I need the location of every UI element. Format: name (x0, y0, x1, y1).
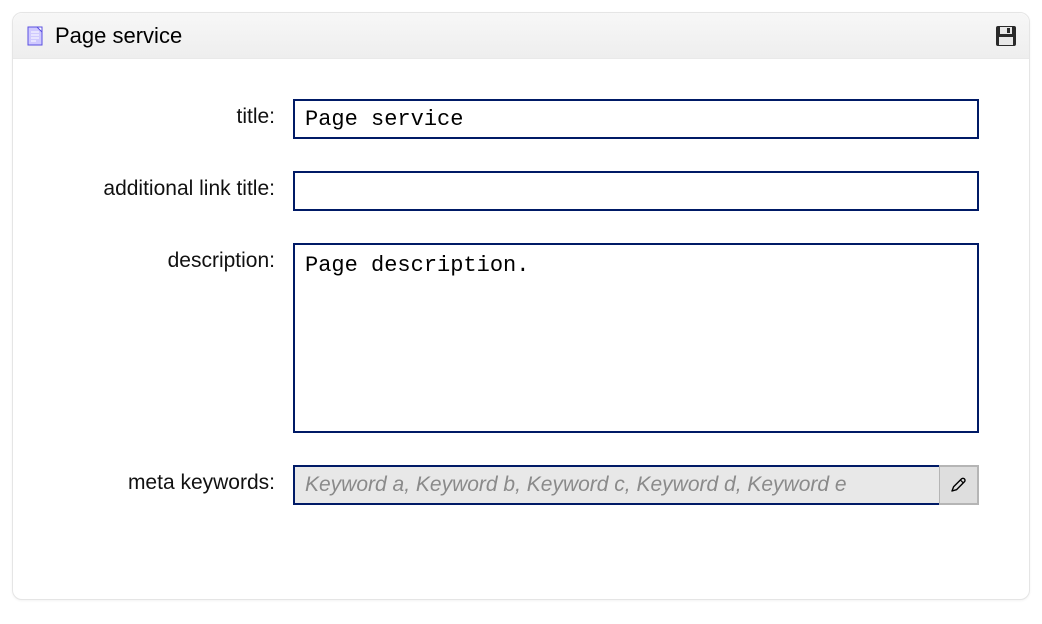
row-additional-link-title: additional link title: (63, 171, 979, 211)
pencil-icon (950, 476, 968, 494)
save-button[interactable] (995, 25, 1017, 47)
page-icon (25, 26, 45, 46)
label-title: title: (63, 99, 293, 129)
title-input[interactable] (293, 99, 979, 139)
label-additional-link-title: additional link title: (63, 171, 293, 201)
page-edit-panel: Page service title: additional link titl… (12, 12, 1030, 600)
label-description: description: (63, 243, 293, 273)
edit-meta-keywords-button[interactable] (939, 465, 979, 505)
meta-keywords-input (293, 465, 941, 505)
label-meta-keywords: meta keywords: (63, 465, 293, 495)
panel-header: Page service (13, 13, 1029, 59)
panel-body: title: additional link title: descriptio… (13, 59, 1029, 551)
row-title: title: (63, 99, 979, 139)
row-description: description: (63, 243, 979, 433)
description-textarea[interactable] (293, 243, 979, 433)
additional-link-title-input[interactable] (293, 171, 979, 211)
row-meta-keywords: meta keywords: (63, 465, 979, 505)
panel-title: Page service (55, 23, 182, 49)
save-icon (995, 25, 1017, 47)
